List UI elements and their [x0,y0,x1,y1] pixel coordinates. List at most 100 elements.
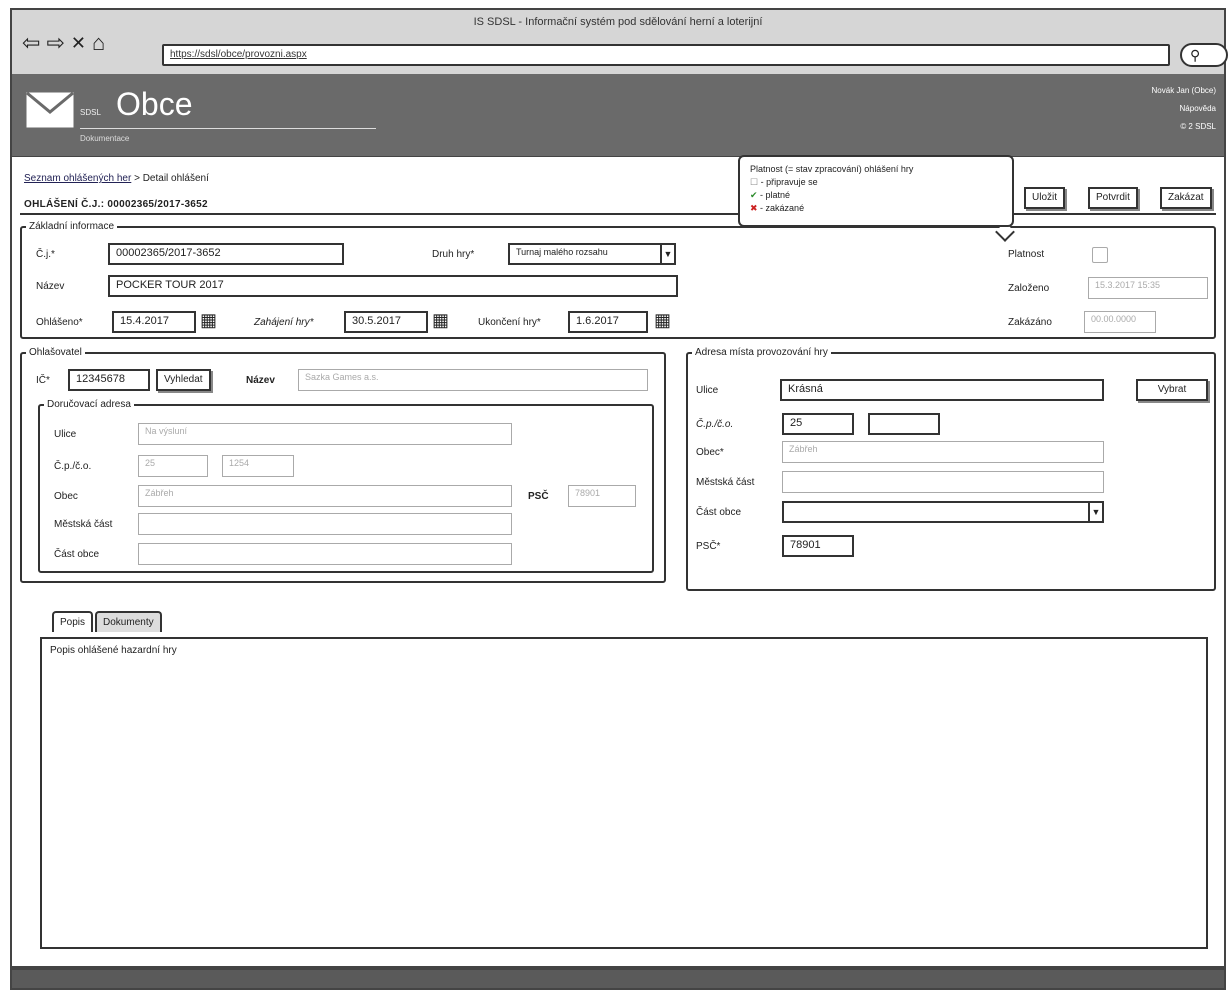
validity-checkbox[interactable] [1092,247,1108,263]
app-subtitle: Dokumentace [80,134,130,143]
version-label: © 2 SDSL [1180,122,1216,131]
check-icon: ✔ [750,190,758,200]
chevron-down-icon[interactable]: ▼ [1088,503,1102,521]
mail-icon [26,92,74,128]
browser-window: IS SDSL - Informační systém pod sdělován… [10,8,1228,74]
delivery-legend: Doručovací adresa [47,399,131,410]
venue-part-select[interactable]: ▼ [782,501,1104,523]
heading-divider [20,213,1216,215]
delivery-number-label: Č.p./č.o. [54,461,92,472]
back-icon[interactable]: ⇦ [22,32,40,54]
tab-documents[interactable]: Dokumenty [95,611,162,632]
confirm-button[interactable]: Potvrdit [1088,187,1138,209]
venue-legend: Adresa místa provozování hry [695,347,828,358]
created-label: Založeno [1008,283,1050,294]
select-button[interactable]: Vybrat [1136,379,1208,401]
venue-psc-input[interactable]: 78901 [782,535,854,557]
app-header: SDSL Obce Dokumentace Novák Jan (Obce) N… [10,74,1226,156]
nav-icons: ⇦ ⇨ ✕ ⌂ [22,32,105,54]
delivery-street-label: Ulice [54,429,77,440]
delivery-town-input: Zábřeh [138,485,512,507]
save-button[interactable]: Uložit [1024,187,1066,209]
header-divider [80,128,376,129]
delivery-part-input [138,543,512,565]
start-input[interactable]: 30.5.2017 [344,311,428,333]
delivery-district-label: Městská část [54,519,113,530]
name-label: Název [36,281,65,292]
delivery-cp-input: 25 [138,455,208,477]
preparing-icon: ☐ [750,177,759,187]
venue-town-label: Obec* [696,447,724,458]
breadcrumb: Seznam ohlášených her > Detail ohlášení [24,173,209,184]
breadcrumb-link[interactable]: Seznam ohlášených her [24,173,131,184]
venue-street-input[interactable]: Krásná [780,379,1104,401]
help-link[interactable]: Nápověda [1152,100,1216,118]
tooltip-line-valid: - platné [757,190,791,200]
venue-co-input[interactable] [868,413,940,435]
url-bar[interactable]: https://sdsl/obce/provozni.aspx [162,44,1170,66]
tab-bar: Popis Dokumenty [52,611,162,632]
venue-part-label: Část obce [696,507,742,518]
cross-icon: ✖ [750,203,758,213]
delivery-part-label: Část obce [54,549,100,560]
announced-input[interactable]: 15.4.2017 [112,311,196,333]
delivery-psc-input: 78901 [568,485,636,507]
stop-icon[interactable]: ✕ [71,32,86,54]
forbidden-label: Zakázáno [1008,317,1052,328]
user-box: Novák Jan (Obce) Nápověda © 2 SDSL [1152,82,1216,136]
calendar-icon[interactable]: ▦ [200,310,220,332]
breadcrumb-current: > Detail ohlášení [131,173,209,184]
announcer-name-label: Název [246,375,275,386]
forbid-button[interactable]: Zakázat [1160,187,1212,209]
footer-bar [10,968,1226,990]
description-textarea[interactable]: Popis ohlášené hazardní hry [40,637,1208,949]
venue-psc-label: PSČ* [696,541,721,552]
ico-input[interactable]: 12345678 [68,369,150,391]
tooltip-line-forbidden: - zakázané [757,203,805,213]
user-name[interactable]: Novák Jan (Obce) [1152,82,1216,100]
tooltip-line-preparing: - připravuje se [758,177,818,187]
delivery-co-input: 1254 [222,455,294,477]
search-button[interactable]: Vyhledat [156,369,211,391]
forbidden-input: 00.00.0000 [1084,311,1156,333]
delivery-street-input: Na výsluní [138,423,512,445]
ico-label: IČ* [36,375,50,386]
app-small-label: SDSL [80,108,101,117]
calendar-icon[interactable]: ▦ [654,310,674,332]
end-label: Ukončení hry* [478,317,541,328]
cj-label: Č.j.* [36,249,55,260]
kind-value: Turnaj malého rozsahu [516,247,608,257]
name-input[interactable]: POCKER TOUR 2017 [108,275,678,297]
venue-number-label: Č.p./č.o. [696,419,734,430]
cj-input[interactable]: 00002365/2017-3652 [108,243,344,265]
home-icon[interactable]: ⌂ [92,32,105,54]
forward-icon[interactable]: ⇨ [46,32,64,54]
basic-info-legend: Základní informace [29,221,115,232]
start-label: Zahájení hry* [254,317,314,328]
page-title: OHLÁŠENÍ Č.J.: 00002365/2017-3652 [24,199,208,210]
kind-label: Druh hry* [432,249,475,260]
venue-town-input: Zábřeh [782,441,1104,463]
announcer-name-input: Sazka Games a.s. [298,369,648,391]
venue-cp-input[interactable]: 25 [782,413,854,435]
announced-label: Ohlášeno* [36,317,83,328]
created-input: 15.3.2017 15:35 [1088,277,1208,299]
chevron-down-icon[interactable]: ▼ [660,245,674,263]
delivery-district-input [138,513,512,535]
venue-district-input [782,471,1104,493]
search-icon[interactable]: ⚲ [1180,43,1228,67]
kind-select[interactable]: Turnaj malého rozsahu ▼ [508,243,676,265]
app-title: Obce [116,86,193,122]
venue-street-label: Ulice [696,385,719,396]
content-area: Seznam ohlášených her > Detail ohlášení … [10,155,1226,968]
calendar-icon[interactable]: ▦ [432,310,452,332]
delivery-town-label: Obec [54,491,78,502]
end-input[interactable]: 1.6.2017 [568,311,648,333]
tab-description[interactable]: Popis [52,611,94,632]
window-title: IS SDSL - Informační systém pod sdělován… [473,16,763,28]
delivery-psc-label: PSČ [528,491,549,502]
venue-district-label: Městská část [696,477,755,488]
validity-tooltip: Platnost (= stav zpracování) ohlášení hr… [738,155,1014,227]
tooltip-title: Platnost (= stav zpracování) ohlášení hr… [750,164,914,174]
announcer-legend: Ohlašovatel [29,347,82,358]
